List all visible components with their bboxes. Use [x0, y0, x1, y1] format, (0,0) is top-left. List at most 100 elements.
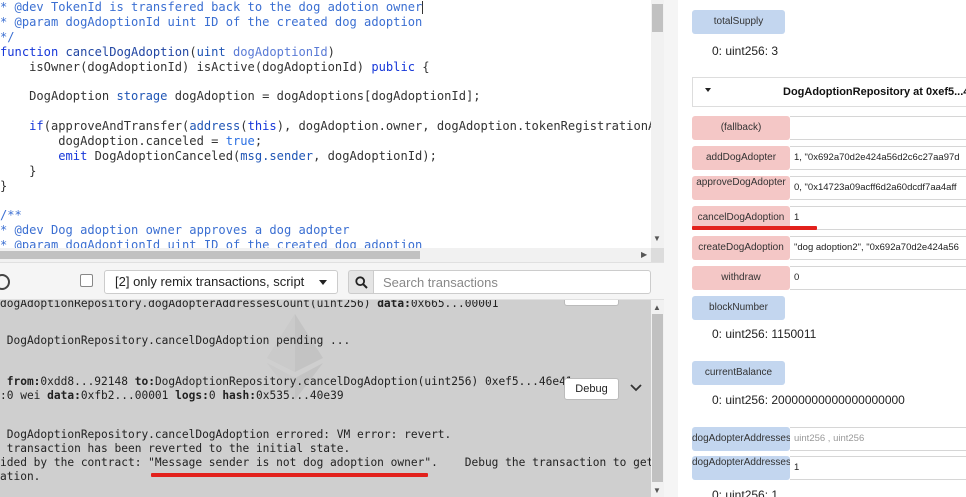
function-button-totalsupply[interactable]: totalSupply: [692, 10, 785, 34]
code-area[interactable]: * @dev TokenId is transfered back to the…: [0, 0, 651, 248]
code-token: (approveAndTransfer(: [43, 119, 190, 134]
terminal-vertical-scrollbar[interactable]: ▲ ▼: [651, 300, 664, 497]
function-button-withdraw[interactable]: withdraw: [692, 266, 790, 290]
code-line: }: [0, 164, 651, 179]
contract-title: DogAdoptionRepository at 0xef5...4: [783, 86, 966, 98]
code-token: DogAdoption: [0, 89, 117, 104]
terminal-text: from:: [0, 375, 41, 388]
function-button-blocknumber[interactable]: blockNumber: [692, 296, 785, 320]
terminal-text: DogAdoptionRepository.cancelDogAdoption …: [0, 428, 452, 441]
code-token: , dogAdoptionId);: [313, 148, 437, 163]
terminal-text: dogAdoptionRepository.dogAdopterAddresse…: [0, 300, 378, 310]
code-line: * @dev TokenId is transfered back to the…: [0, 0, 651, 15]
terminal-output: dogAdoptionRepository.dogAdopterAddresse…: [0, 300, 664, 497]
transaction-filter-label: [2] only remix transactions, script: [115, 274, 305, 289]
code-line: }: [0, 179, 651, 194]
caret-down-icon[interactable]: [705, 88, 711, 92]
debug-button-previous[interactable]: [564, 300, 619, 306]
code-token: * @param dogAdoptionId uint ID of the cr…: [0, 14, 423, 29]
listen-network-checkbox[interactable]: [80, 274, 93, 287]
code-line: */: [0, 30, 651, 45]
code-line: emit DogAdoptionCanceled(msg.sender, dog…: [0, 149, 651, 164]
code-token: {: [415, 59, 430, 74]
clear-console-icon[interactable]: [0, 274, 12, 290]
function-button-dogadopteraddressescount[interactable]: dogAdopterAddressesCount: [692, 456, 818, 480]
function-args-input[interactable]: [790, 116, 966, 140]
red-highlight-underline: [151, 473, 428, 477]
transaction-filter-select[interactable]: [2] only remix transactions, script: [104, 270, 338, 294]
scrollbar-corner: [651, 248, 664, 262]
terminal-log-line: :0 wei data:0xfb2...00001 logs:0 hash:0x…: [0, 389, 344, 403]
code-token: function: [0, 44, 66, 59]
scroll-up-arrow-icon[interactable]: ▲: [653, 303, 661, 312]
editor-horizontal-scrollbar[interactable]: ▶: [0, 248, 651, 262]
code-token: ;: [254, 134, 263, 149]
terminal-text: data:: [377, 300, 411, 310]
panel-divider[interactable]: [664, 0, 678, 497]
terminal-text: DogAdoptionRepository.cancelDogAdoption(…: [154, 375, 573, 388]
function-button-approvedogadopter[interactable]: approveDogAdopter: [692, 176, 790, 200]
function-args-input[interactable]: 1: [790, 456, 966, 480]
editor-scroll-thumb[interactable]: [652, 4, 663, 32]
contract-panel: DogAdoptionRepository at 0xef5...4 total…: [678, 0, 966, 497]
terminal-log-line: ided by the contract: "Message sender is…: [0, 456, 651, 470]
code-line: DogAdoption storage dogAdoption = dogAdo…: [0, 89, 651, 104]
terminal-scroll-thumb[interactable]: [652, 314, 663, 482]
editor-vertical-scrollbar[interactable]: ▼: [651, 0, 664, 248]
terminal-log-line: transaction has been reverted to the ini…: [0, 442, 351, 456]
code-line: * @param dogAdoptionId uint ID of the cr…: [0, 15, 651, 30]
terminal-text: 0xfb2...00001: [80, 389, 176, 402]
code-editor[interactable]: * @dev TokenId is transfered back to the…: [0, 0, 664, 262]
function-args-input[interactable]: 0: [790, 266, 966, 290]
terminal-log-line: DogAdoptionRepository.cancelDogAdoption …: [0, 334, 351, 348]
function-button-fallback[interactable]: (fallback): [692, 116, 790, 140]
terminal-text: DogAdoptionRepository.cancelDogAdoption …: [0, 334, 351, 347]
scroll-down-arrow-icon[interactable]: ▼: [653, 234, 661, 243]
code-token: msg.sender: [240, 148, 314, 163]
function-args-input[interactable]: 0, "0x14723a09acff6d2a60dcdf7aa4aff: [790, 176, 966, 200]
terminal-text: transaction has been reverted to the ini…: [0, 442, 351, 455]
terminal-log-line: DogAdoptionRepository.cancelDogAdoption …: [0, 428, 452, 442]
function-button-adddogadopter[interactable]: addDogAdopter: [692, 146, 790, 170]
function-button-createdogadoption[interactable]: createDogAdoption: [692, 236, 790, 260]
terminal-log: dogAdoptionRepository.dogAdopterAddresse…: [0, 300, 651, 497]
terminal-text: 0x665...00001: [410, 300, 499, 310]
editor-hscroll-thumb[interactable]: [0, 251, 420, 259]
code-token: }: [0, 163, 37, 178]
code-token: */: [0, 29, 15, 44]
function-args-input[interactable]: 1, "0x692a70d2e424a56d2c6c27aa97d: [790, 146, 966, 170]
code-line: * @dev Dog adoption owner approves a dog…: [0, 223, 651, 238]
function-button-dogadopteraddresses[interactable]: dogAdopterAddresses: [692, 427, 791, 451]
scroll-down-arrow-icon[interactable]: ▼: [653, 486, 661, 495]
code-token: isOwner(dogAdoptionId) isActive(dogAdopt…: [0, 59, 372, 74]
text-cursor: [422, 1, 424, 14]
function-args-input[interactable]: "dog adoption2", "0x692a70d2e424a56: [790, 236, 966, 260]
function-result: 0: uint256: 3: [712, 44, 779, 58]
code-token: * @param dogAdoptionId uint ID of the cr…: [0, 238, 423, 248]
code-token: (: [189, 44, 197, 59]
search-transactions-input[interactable]: [373, 270, 651, 294]
terminal-text: :0 wei: [0, 389, 48, 402]
chevron-down-icon: [319, 280, 327, 285]
code-token: }: [0, 178, 8, 193]
code-token: * @dev Dog adoption owner approves a dog…: [0, 223, 350, 238]
search-icon[interactable]: [348, 270, 373, 294]
code-line: if(approveAndTransfer(address(this), dog…: [0, 119, 651, 134]
code-token: dogAdoptionId: [233, 44, 328, 59]
chevron-down-icon[interactable]: [630, 384, 642, 392]
code-token: this: [247, 119, 277, 134]
scroll-right-arrow-icon[interactable]: ▶: [641, 250, 647, 259]
function-args-input[interactable]: uint256 , uint256: [790, 427, 966, 451]
debug-button[interactable]: Debug: [564, 378, 619, 400]
terminal-log-line: ation.: [0, 470, 40, 484]
code-token: ), dogAdoption.owner, dogAdoption.tokenR…: [276, 119, 651, 134]
code-token: /**: [0, 208, 22, 223]
terminal-text: 0xdd8...92148: [40, 375, 135, 388]
terminal-log-line: from:0xdd8...92148 to:DogAdoptionReposit…: [0, 375, 573, 389]
function-button-currentbalance[interactable]: currentBalance: [692, 361, 785, 385]
red-highlight-underline: [692, 226, 817, 230]
deployed-contract-header[interactable]: DogAdoptionRepository at 0xef5...4: [692, 77, 966, 107]
code-token: DogAdoptionCanceled(: [87, 148, 241, 163]
